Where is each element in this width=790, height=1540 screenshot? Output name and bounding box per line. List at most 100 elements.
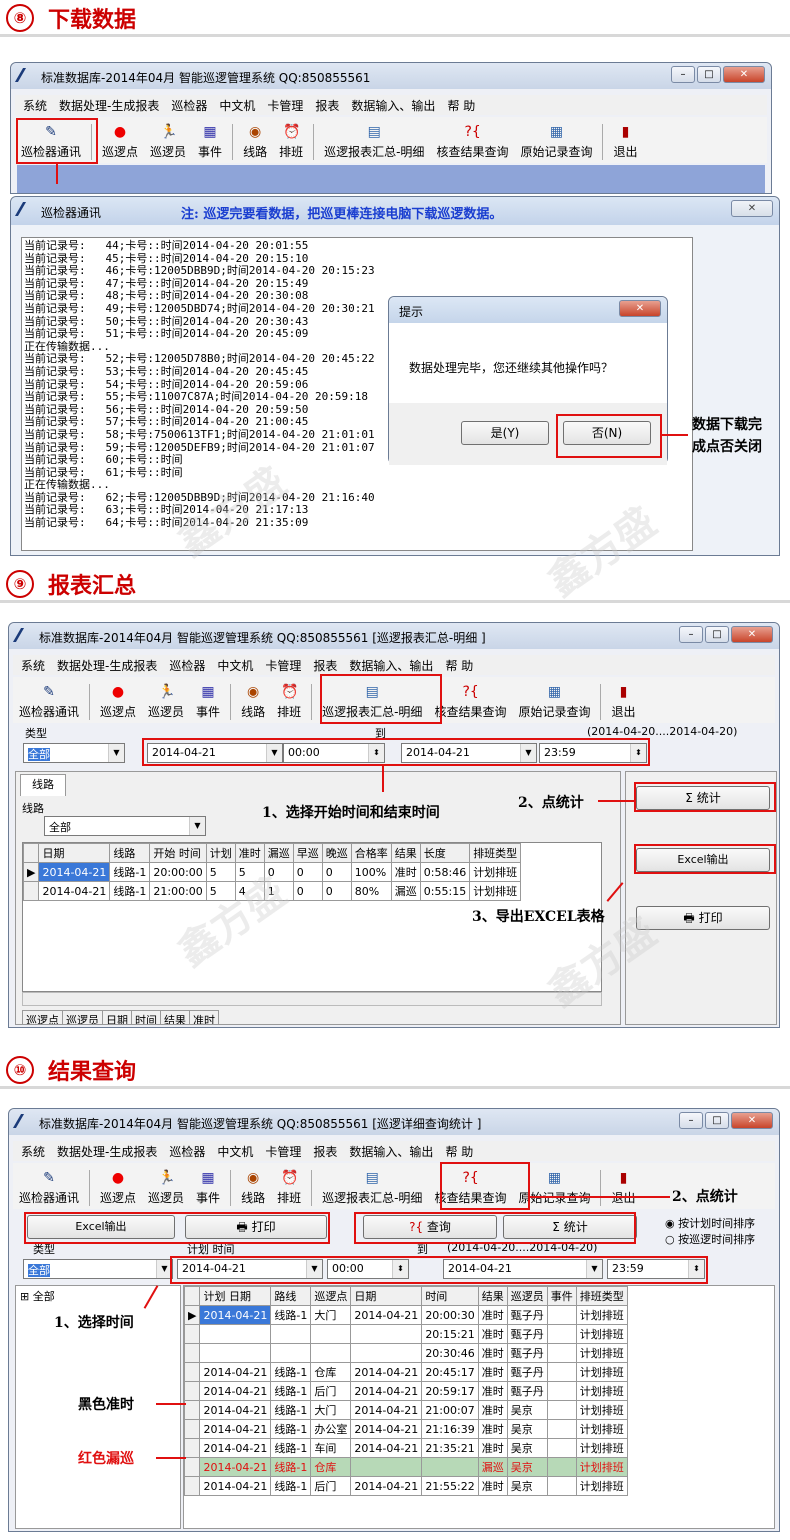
table-row[interactable]: 2014-04-21 线路-1 车间 2014-04-21 21:35:21 准时 吴京 计划… xyxy=(184,1438,628,1458)
annotation-step3: 3、导出EXCEL表格 xyxy=(472,909,605,925)
toolbar-button[interactable]: ◉ 线路 xyxy=(235,1170,271,1206)
yes-button[interactable]: 是(Y) xyxy=(461,421,549,445)
toolbar-button[interactable]: ⏰ 排班 xyxy=(273,124,309,160)
maximize-button[interactable]: □ xyxy=(705,1112,729,1129)
table-row[interactable]: ▶ 2014-04-21 线路-1 大门 2014-04-21 20:00:30 准时 甄子丹… xyxy=(184,1305,628,1325)
table-row[interactable]: 2014-04-21 线路-1 后门 2014-04-21 20:59:17 准时 甄子丹计… xyxy=(184,1381,628,1401)
route-select[interactable]: 全部 ▼ xyxy=(44,816,206,836)
table-cell: 计划排班 xyxy=(575,1324,628,1344)
close-button[interactable]: ✕ xyxy=(731,1112,773,1129)
toolbar-button[interactable]: ?{核查结果查询 xyxy=(430,124,514,160)
comm-close-button[interactable]: ✕ xyxy=(731,200,773,217)
route-icon: ◉ xyxy=(246,1170,260,1186)
h-scrollbar[interactable] xyxy=(22,992,602,1006)
menu-item[interactable]: 帮 助 xyxy=(447,97,475,114)
table-cell: 甄子丹 xyxy=(506,1362,548,1382)
table-row[interactable]: ▶ 2014-04-21 线路-1 20:00:00 5 5 0 0 0 100% 准时 0:58:4… xyxy=(23,862,522,882)
toolbar-button[interactable]: ▤ 巡逻报表汇总-明细 xyxy=(316,1170,428,1206)
radio-checked-icon: ◉ xyxy=(665,1217,679,1230)
toolbar-button[interactable]: ✎ 巡检器通讯 xyxy=(13,684,85,720)
toolbar-button[interactable]: ▦ 事件 xyxy=(190,1170,226,1206)
toolbar-button[interactable]: ▦ 事件 xyxy=(190,684,226,720)
tab-route[interactable]: 线路 xyxy=(20,774,66,796)
menu-item[interactable]: 数据输入、输出 xyxy=(351,97,435,114)
toolbar-button[interactable]: ▦ 事件 xyxy=(192,124,228,160)
toolbar-button[interactable]: ▮ 退出 xyxy=(605,1170,641,1206)
toolbar-button[interactable]: ◉ 线路 xyxy=(237,124,273,160)
menu-item[interactable]: 卡管理 xyxy=(265,657,301,674)
arrow-down xyxy=(382,766,384,792)
menu-item[interactable]: 巡检器 xyxy=(169,1143,205,1160)
menu-item[interactable]: 报表 xyxy=(313,657,337,674)
column-header: 巡逻点 xyxy=(22,1010,63,1024)
menu-item[interactable]: 中文机 xyxy=(217,1143,253,1160)
menu-item[interactable]: 中文机 xyxy=(219,97,255,114)
menu-item[interactable]: 系统 xyxy=(23,97,47,114)
toolbar-button[interactable]: ⏰ 排班 xyxy=(271,1170,307,1206)
table-row[interactable]: 2014-04-21 线路-1 办公室 2014-04-21 21:16:39 准时 吴京计… xyxy=(184,1419,628,1439)
table-row[interactable]: 2014-04-21 线路-1 仓库 2014-04-21 20:45:17 准时 甄子丹计… xyxy=(184,1362,628,1382)
menu-item[interactable]: 报表 xyxy=(313,1143,337,1160)
menu-item[interactable]: 巡检器 xyxy=(169,657,205,674)
minimize-button[interactable]: – xyxy=(671,66,695,83)
event-icon: ▦ xyxy=(201,1170,215,1186)
minimize-button[interactable]: – xyxy=(679,1112,703,1129)
toolbar-button[interactable]: 🏃 巡逻员 xyxy=(142,684,190,720)
toolbar-button[interactable]: 🏃 巡逻员 xyxy=(142,1170,190,1206)
table-cell: 计划排班 xyxy=(575,1400,628,1420)
table-cell: 20:00:30 xyxy=(421,1305,479,1325)
table-cell: 21:00:00 xyxy=(149,881,207,901)
menu-item[interactable]: 巡检器 xyxy=(171,97,207,114)
table-row[interactable]: 20:15:21 准时 甄子丹 计划排班 xyxy=(184,1324,628,1344)
close-button[interactable]: ✕ xyxy=(731,626,773,643)
toolbar-button[interactable]: ▦ 原始记录查询 xyxy=(512,684,596,720)
toolbar-button[interactable]: ● 巡逻点 xyxy=(94,1170,142,1206)
menu-item[interactable]: 数据处理-生成报表 xyxy=(59,97,159,114)
radio-plan[interactable]: ◉ 按计划时间排序 xyxy=(665,1215,755,1231)
menu-item[interactable]: 卡管理 xyxy=(265,1143,301,1160)
highlight-time-range xyxy=(170,1256,708,1284)
maximize-button[interactable]: □ xyxy=(697,66,721,83)
menu-item[interactable]: 帮 助 xyxy=(445,657,473,674)
maximize-button[interactable]: □ xyxy=(705,626,729,643)
toolbar-button[interactable]: ▮ 退出 xyxy=(607,124,643,160)
close-button[interactable]: ✕ xyxy=(723,66,765,83)
menu-item[interactable]: 数据输入、输出 xyxy=(349,1143,433,1160)
radio-patrol[interactable]: ○ 按巡逻时间排序 xyxy=(665,1231,755,1247)
menu-item[interactable]: 报表 xyxy=(315,97,339,114)
type-select[interactable]: 全部 ▼ xyxy=(23,743,125,763)
menu-item[interactable]: 系统 xyxy=(21,1143,45,1160)
range-text: (2014-04-20....2014-04-20) xyxy=(587,725,738,738)
type-select[interactable]: 全部 ▼ xyxy=(23,1259,173,1279)
table-cell: 21:00:07 xyxy=(421,1400,479,1420)
menu-item[interactable]: 数据处理-生成报表 xyxy=(57,1143,157,1160)
table-row[interactable]: 2014-04-21 线路-1 大门 2014-04-21 21:00:07 准时 吴京 计划… xyxy=(184,1400,628,1420)
menu-item[interactable]: 数据输入、输出 xyxy=(349,657,433,674)
menu-item[interactable]: 数据处理-生成报表 xyxy=(57,657,157,674)
toolbar-button[interactable]: ▮ 退出 xyxy=(605,684,641,720)
table-row[interactable]: 20:30:46 准时 甄子丹 计划排班 xyxy=(184,1343,628,1363)
menu-item[interactable]: 中文机 xyxy=(217,657,253,674)
print-button[interactable]: 🖶 打印 xyxy=(636,906,770,930)
column-header: 巡逻点 xyxy=(310,1286,352,1306)
dialog-close-button[interactable]: ✕ xyxy=(619,300,661,317)
minimize-button[interactable]: – xyxy=(679,626,703,643)
table-row[interactable]: 2014-04-21 线路-1 仓库 漏巡 吴京 计划排班 xyxy=(184,1457,628,1477)
toolbar-button[interactable]: ● 巡逻点 xyxy=(96,124,144,160)
menu-item[interactable]: 卡管理 xyxy=(267,97,303,114)
table-cell: 5 xyxy=(205,881,236,901)
table-row[interactable]: 2014-04-21 线路-1 后门 2014-04-21 21:55:22 准时 吴京 计划… xyxy=(184,1476,628,1496)
table-row[interactable]: 2014-04-21 线路-1 21:00:00 5 4 1 0 0 80% 漏巡 0:55:15 计… xyxy=(23,881,522,901)
toolbar-button[interactable]: 🏃 巡逻员 xyxy=(144,124,192,160)
highlight-no-button xyxy=(556,414,662,458)
menu-item[interactable]: 系统 xyxy=(21,657,45,674)
toolbar-button[interactable]: ▤ 巡逻报表汇总-明细 xyxy=(318,124,430,160)
toolbar-button[interactable]: ◉ 线路 xyxy=(235,684,271,720)
tree-root[interactable]: ⊞ 全部 xyxy=(20,1288,55,1304)
toolbar-button[interactable]: ⏰ 排班 xyxy=(271,684,307,720)
menu-item[interactable]: 帮 助 xyxy=(445,1143,473,1160)
table-cell xyxy=(546,1362,577,1382)
toolbar-button[interactable]: ▦ 原始记录查询 xyxy=(514,124,598,160)
toolbar-button[interactable]: ✎ 巡检器通讯 xyxy=(13,1170,85,1206)
toolbar-button[interactable]: ● 巡逻点 xyxy=(94,684,142,720)
